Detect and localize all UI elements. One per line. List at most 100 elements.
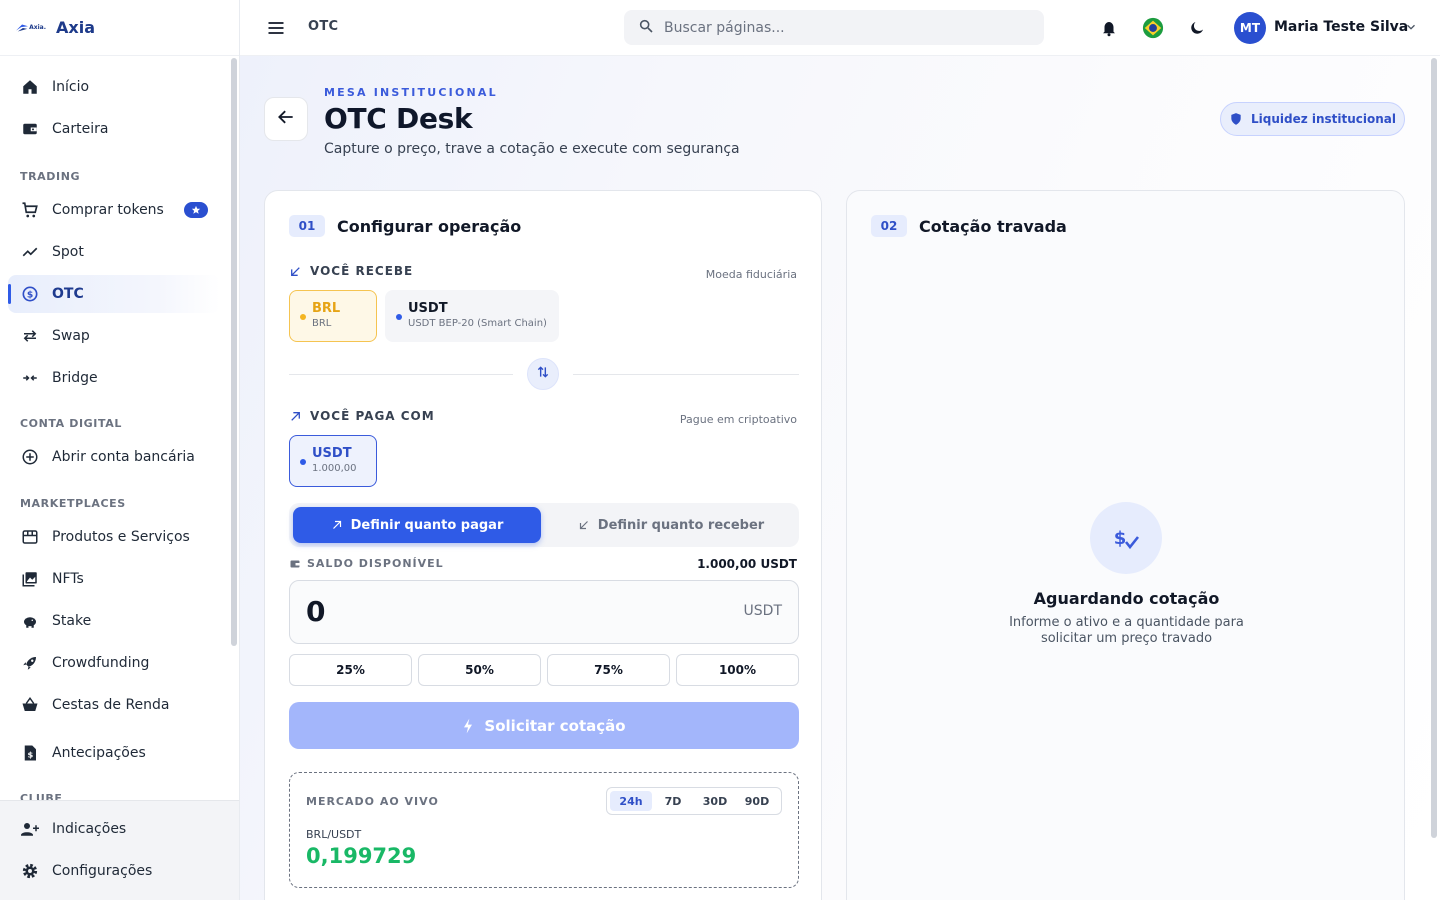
define-receive-button[interactable]: Definir quanto receber	[547, 507, 795, 543]
sidebar-item-label: NFTs	[52, 571, 84, 587]
step-number: 02	[871, 215, 907, 237]
sidebar-item-label: Crowdfunding	[52, 655, 150, 671]
badge-label: Liquidez institucional	[1250, 112, 1397, 126]
receive-hint: Moeda fiduciária	[705, 268, 797, 281]
trend-icon	[20, 242, 40, 262]
price-check-icon: $	[1090, 502, 1162, 574]
sidebar-item-nfts[interactable]: NFTs	[8, 560, 220, 598]
percent-100-button[interactable]: 100%	[676, 654, 799, 686]
search-input[interactable]	[664, 19, 1004, 36]
chevron-down-icon[interactable]	[1404, 20, 1418, 38]
balance-label-text: SALDO DISPONÍVEL	[307, 557, 444, 570]
sidebar-item-label: Antecipações	[52, 745, 146, 761]
swap-vertical-icon	[536, 365, 550, 383]
sidebar-item-label: Início	[52, 79, 90, 95]
sidebar-item-stake[interactable]: Stake	[8, 602, 220, 640]
sidebar-item-abrir-conta[interactable]: Abrir conta bancária	[8, 438, 220, 476]
shield-icon	[1229, 112, 1243, 126]
amount-mode-toggle: Definir quanto pagar Definir quanto rece…	[289, 503, 799, 547]
sidebar-nav: Início Carteira TRADING Comprar tokens S…	[0, 56, 228, 800]
brazil-flag-icon[interactable]	[1142, 17, 1164, 39]
sidebar-item-inicio[interactable]: Início	[8, 68, 220, 106]
range-30d[interactable]: 30D	[694, 791, 736, 811]
svg-text:$: $	[1114, 528, 1127, 549]
person-add-icon	[20, 819, 40, 839]
sidebar-item-cestas-renda[interactable]: Cestas de Renda	[8, 686, 220, 724]
sidebar-item-label: Carteira	[52, 121, 109, 137]
asset-symbol: BRL	[312, 301, 341, 316]
section-trading: TRADING	[20, 170, 81, 183]
avatar[interactable]: MT	[1234, 12, 1266, 44]
request-quote-button[interactable]: Solicitar cotação	[289, 702, 799, 749]
store-icon	[20, 527, 40, 547]
amount-unit: USDT	[743, 603, 782, 619]
asset-balance: 1.000,00	[312, 463, 357, 474]
star-badge-icon	[184, 202, 208, 218]
sidebar-scrollbar[interactable]	[231, 58, 237, 646]
range-90d[interactable]: 90D	[736, 791, 778, 811]
asset-option-brl[interactable]: BRL BRL	[289, 290, 377, 342]
define-pay-button[interactable]: Definir quanto pagar	[293, 507, 541, 543]
search-bar[interactable]	[624, 10, 1044, 45]
asset-option-usdt[interactable]: USDT USDT BEP-20 (Smart Chain)	[385, 290, 559, 342]
sidebar-item-otc[interactable]: $ OTC	[8, 275, 220, 313]
percent-25-button[interactable]: 25%	[289, 654, 412, 686]
menu-icon[interactable]	[266, 18, 286, 38]
sidebar-item-label: Abrir conta bancária	[52, 449, 195, 465]
wallet-icon	[20, 119, 40, 139]
main-content: MESA INSTITUCIONAL OTC Desk Capture o pr…	[240, 56, 1430, 900]
arrow-up-right-icon	[331, 519, 343, 531]
bell-icon[interactable]	[1098, 17, 1120, 39]
main-scrollbar[interactable]	[1431, 58, 1437, 838]
sidebar-item-spot[interactable]: Spot	[8, 233, 220, 271]
usdt-dot-icon	[396, 314, 402, 320]
sidebar-item-carteira[interactable]: Carteira	[8, 110, 220, 148]
percent-75-button[interactable]: 75%	[547, 654, 670, 686]
receive-label-text: VOCÊ RECEBE	[310, 264, 414, 278]
basket-icon	[20, 695, 40, 715]
sidebar-item-label: Configurações	[52, 863, 153, 879]
topbar: OTC MT Maria Teste Silva	[240, 0, 1440, 56]
section-clube: CLUBE	[20, 792, 63, 800]
sidebar: Axia. Axia Início Carteira TRADING Compr…	[0, 0, 240, 900]
sidebar-item-label: Stake	[52, 613, 92, 629]
sidebar-item-crowdfunding[interactable]: Crowdfunding	[8, 644, 220, 682]
wallet-icon	[289, 558, 301, 570]
balance-value: 1.000,00 USDT	[697, 557, 797, 571]
range-7d[interactable]: 7D	[652, 791, 694, 811]
amount-input[interactable]: 0 USDT	[289, 580, 799, 644]
gear-icon	[20, 861, 40, 881]
breadcrumb: OTC	[308, 19, 339, 34]
page-subtitle: Capture o preço, trave a cotação e execu…	[324, 141, 740, 157]
sidebar-item-swap[interactable]: Swap	[8, 317, 220, 355]
brand[interactable]: Axia. Axia	[0, 0, 239, 56]
asset-symbol: USDT	[312, 446, 352, 461]
sidebar-item-indicacoes[interactable]: Indicações	[8, 810, 220, 848]
amount-value: 0	[306, 595, 326, 628]
market-pair: BRL/USDT	[306, 828, 362, 841]
sidebar-item-label: Spot	[52, 244, 84, 260]
receive-label: VOCÊ RECEBE	[289, 264, 413, 278]
pay-asset-usdt[interactable]: USDT 1.000,00	[289, 435, 377, 487]
sidebar-item-label: Produtos e Serviços	[52, 529, 190, 545]
back-button[interactable]	[264, 97, 308, 141]
sidebar-item-bridge[interactable]: Bridge	[8, 359, 220, 397]
pay-hint: Pague em criptoativo	[679, 413, 797, 426]
cta-label: Solicitar cotação	[484, 716, 626, 735]
rocket-icon	[20, 653, 40, 673]
swap-direction-button[interactable]	[527, 358, 559, 390]
svg-text:$: $	[27, 289, 33, 300]
range-24h[interactable]: 24h	[610, 791, 652, 811]
search-icon	[638, 18, 654, 38]
axia-logo-icon: Axia.	[16, 21, 46, 35]
sidebar-item-produtos-servicos[interactable]: Produtos e Serviços	[8, 518, 220, 556]
dark-mode-icon[interactable]	[1186, 17, 1208, 39]
sidebar-item-configuracoes[interactable]: Configurações	[8, 852, 220, 890]
percent-50-button[interactable]: 50%	[418, 654, 541, 686]
sidebar-item-antecipacoes[interactable]: $ Antecipações	[8, 734, 220, 772]
user-name[interactable]: Maria Teste Silva	[1274, 19, 1408, 35]
asset-sub: USDT BEP-20 (Smart Chain)	[408, 318, 547, 329]
sidebar-item-comprar-tokens[interactable]: Comprar tokens	[8, 191, 220, 229]
page-title: OTC Desk	[324, 102, 473, 135]
cart-icon	[20, 200, 40, 220]
